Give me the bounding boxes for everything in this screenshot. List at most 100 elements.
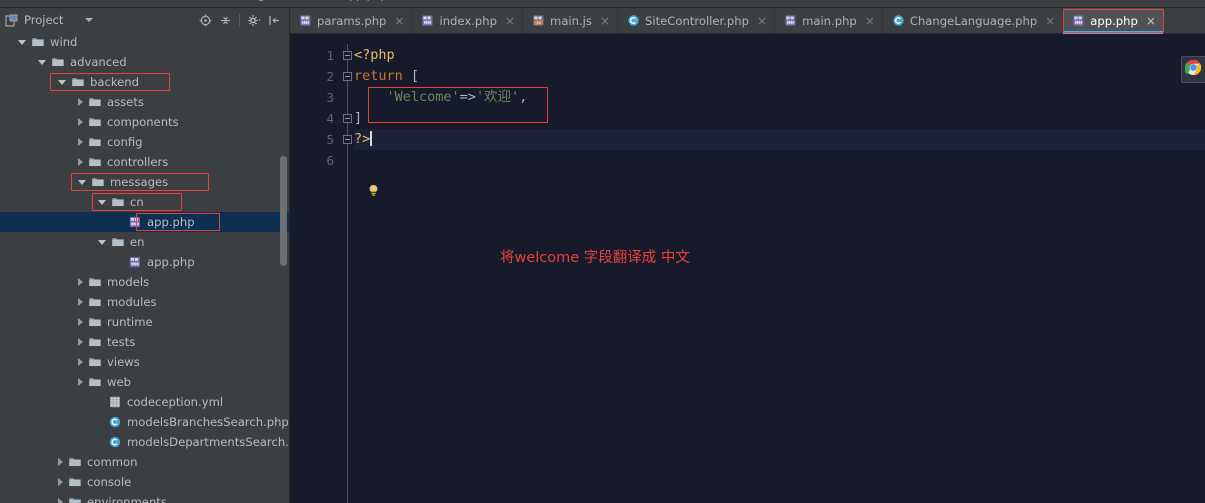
fold-toggle-icon[interactable]: [343, 72, 352, 81]
tree-item-label: backend: [90, 75, 139, 89]
fold-toggle-icon[interactable]: [343, 114, 352, 123]
chevron-right-icon[interactable]: [78, 298, 83, 306]
project-icon: [5, 13, 19, 27]
line-number-gutter: 1 2 3 4 5 6: [290, 34, 342, 503]
chevron-right-icon[interactable]: [78, 318, 83, 326]
close-icon[interactable]: ×: [600, 15, 610, 27]
close-icon[interactable]: ×: [394, 15, 404, 27]
line-number: 2: [326, 69, 334, 84]
tree-item-environments[interactable]: environments: [0, 492, 289, 503]
editor-tab-index-php[interactable]: index.php ×: [412, 8, 524, 33]
editor-tab-sitecontroller-php[interactable]: SiteController.php ×: [618, 8, 776, 33]
tree-item-backend[interactable]: backend: [0, 72, 289, 92]
editor-tab-main-js[interactable]: js main.js ×: [523, 8, 619, 33]
breadcrumb-item-backend[interactable]: backend: [136, 0, 196, 2]
editor-tab-changelanguage-php[interactable]: ChangeLanguage.php ×: [883, 8, 1064, 33]
breadcrumb-item-wind[interactable]: wind: [4, 0, 44, 2]
breadcrumb-item-app-php[interactable]: app.php: [328, 0, 387, 2]
chevron-right-icon[interactable]: [58, 478, 63, 486]
editor-tab-params-php[interactable]: params.php ×: [290, 8, 413, 33]
folder-icon: [88, 336, 102, 348]
folder-icon: [88, 356, 102, 368]
breadcrumb-separator: ›: [320, 0, 324, 1]
close-icon[interactable]: ×: [505, 15, 515, 27]
chevron-down-icon[interactable]: [98, 239, 106, 245]
chevron-down-icon[interactable]: [85, 18, 94, 22]
tree-item-wind[interactable]: wind: [0, 32, 289, 52]
tree-item-cn[interactable]: cn: [0, 192, 289, 212]
breadcrumb-item-label: wind: [18, 0, 44, 2]
chevron-down-icon[interactable]: [58, 79, 66, 85]
tree-item-controllers[interactable]: controllers: [0, 152, 289, 172]
collapse-all-icon[interactable]: [216, 11, 234, 29]
close-icon[interactable]: ×: [1045, 15, 1055, 27]
folder-icon: [68, 476, 82, 488]
chevron-right-icon[interactable]: [78, 98, 83, 106]
project-panel: Project wind advanced backend assets com…: [0, 8, 290, 503]
tree-item-label: components: [107, 115, 179, 129]
tree-item-runtime[interactable]: runtime: [0, 312, 289, 332]
editor-tab-label: SiteController.php: [645, 13, 749, 28]
tree-item-modelsbranchessearch-php[interactable]: modelsBranchesSearch.php: [0, 412, 289, 432]
editor-tab-app-php[interactable]: app.php ×: [1063, 8, 1164, 34]
chevron-down-icon[interactable]: [18, 39, 26, 45]
tree-item-config[interactable]: config: [0, 132, 289, 152]
chevron-down-icon[interactable]: [98, 199, 106, 205]
chevron-right-icon[interactable]: [78, 278, 83, 286]
code-folding-rail[interactable]: [341, 34, 354, 503]
tree-item-models[interactable]: models: [0, 272, 289, 292]
breadcrumb-item-advanced[interactable]: advanced: [56, 0, 124, 2]
close-icon[interactable]: ×: [757, 15, 767, 27]
tree-item-app-php[interactable]: app.php: [0, 252, 289, 272]
tree-item-web[interactable]: web: [0, 372, 289, 392]
chevron-right-icon[interactable]: [78, 378, 83, 386]
chevron-down-icon[interactable]: [38, 59, 46, 65]
tree-item-modelsdepartmentssearch-ph[interactable]: modelsDepartmentsSearch.ph: [0, 432, 289, 452]
chevron-right-icon[interactable]: [78, 118, 83, 126]
chevron-right-icon[interactable]: [58, 458, 63, 466]
close-icon[interactable]: ×: [1146, 15, 1156, 27]
fold-toggle-icon[interactable]: [343, 51, 352, 60]
tree-item-console[interactable]: console: [0, 472, 289, 492]
editor-tab-main-php[interactable]: main.php ×: [775, 8, 883, 33]
fold-toggle-icon[interactable]: [343, 135, 352, 144]
browser-preview-toolbar[interactable]: [1181, 56, 1205, 83]
tree-item-codeception-yml[interactable]: codeception.yml: [0, 392, 289, 412]
folder-icon: [111, 196, 125, 208]
tree-item-app-php[interactable]: app.php: [0, 212, 289, 232]
lightbulb-icon[interactable]: [367, 184, 380, 198]
php-class-icon: [108, 436, 122, 448]
tree-item-messages[interactable]: messages: [0, 172, 289, 192]
tree-item-assets[interactable]: assets: [0, 92, 289, 112]
hide-panel-icon[interactable]: [265, 11, 283, 29]
chevron-right-icon[interactable]: [78, 338, 83, 346]
tree-item-en[interactable]: en: [0, 232, 289, 252]
folder-icon: [4, 0, 15, 2]
close-icon[interactable]: ×: [865, 15, 875, 27]
code-editor[interactable]: 1 2 3 4 5 6 <?php return [ 'Welcome'=>'欢迎',] ?>…: [290, 34, 1205, 503]
locate-target-icon[interactable]: [196, 11, 214, 29]
breadcrumb-item-messages[interactable]: messages: [208, 0, 277, 2]
breadcrumb-item-cn[interactable]: cn: [289, 0, 316, 2]
chevron-right-icon[interactable]: [78, 138, 83, 146]
code-token: <?php: [354, 47, 395, 63]
tree-item-label: controllers: [107, 155, 169, 169]
chrome-browser-icon[interactable]: [1184, 59, 1202, 80]
tree-item-modules[interactable]: modules: [0, 292, 289, 312]
editor-tab-bar: params.php × index.php × js main.js × SiteContr…: [290, 8, 1205, 34]
settings-gear-icon[interactable]: [245, 11, 263, 29]
chevron-right-icon[interactable]: [78, 158, 83, 166]
tree-item-views[interactable]: views: [0, 352, 289, 372]
sidebar-scrollbar[interactable]: [280, 156, 287, 266]
tree-item-common[interactable]: common: [0, 452, 289, 472]
tree-item-advanced[interactable]: advanced: [0, 52, 289, 72]
chevron-right-icon[interactable]: [78, 358, 83, 366]
folder-icon: [88, 116, 102, 128]
chevron-right-icon[interactable]: [58, 498, 63, 503]
tree-item-tests[interactable]: tests: [0, 332, 289, 352]
project-file-tree[interactable]: wind advanced backend assets components confi…: [0, 32, 289, 503]
tree-item-components[interactable]: components: [0, 112, 289, 132]
fold-guide-line: [347, 44, 348, 503]
chevron-down-icon[interactable]: [78, 179, 86, 185]
